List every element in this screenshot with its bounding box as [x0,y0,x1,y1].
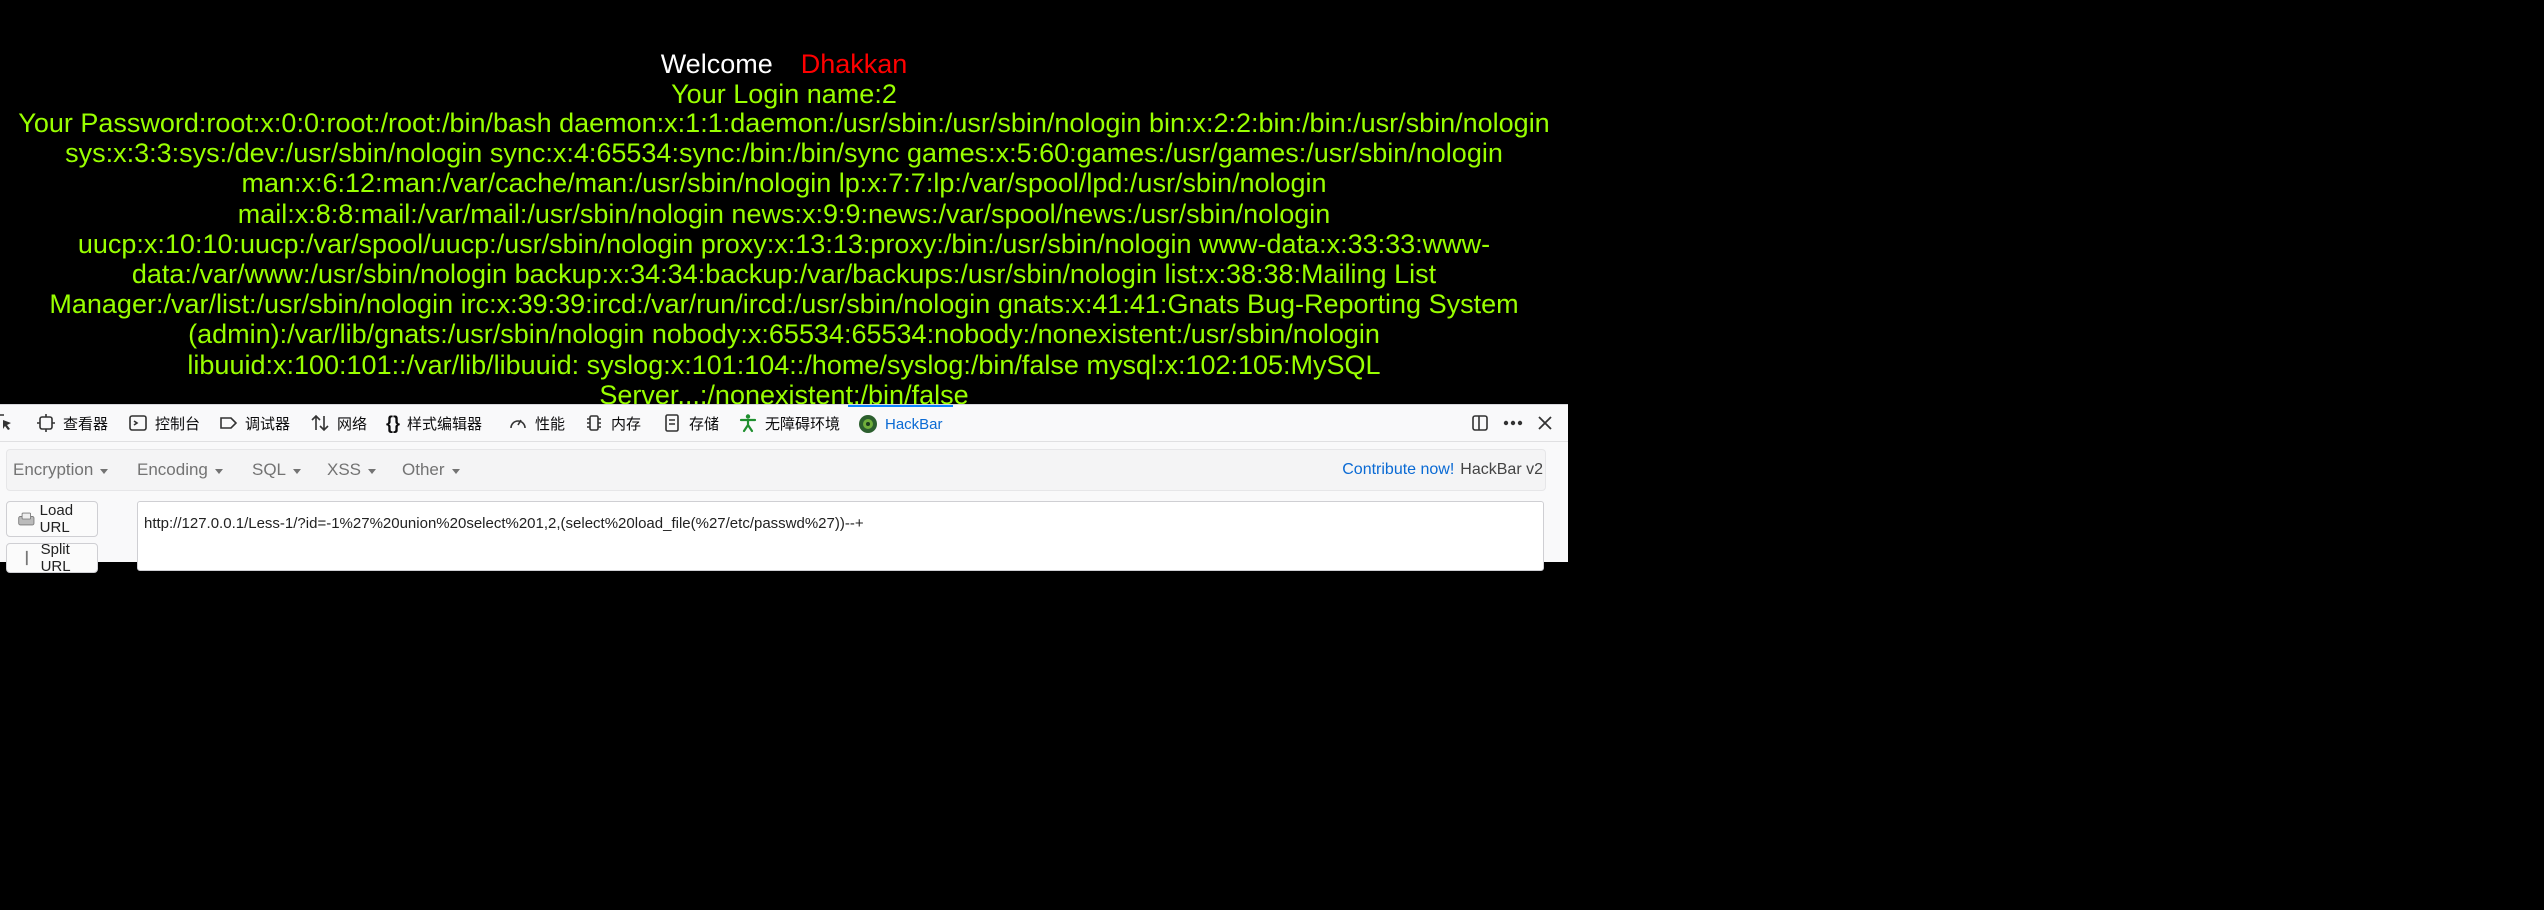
load-url-icon [18,512,35,526]
more-options-button[interactable] [1502,405,1524,441]
welcome-text: Welcome [660,49,773,79]
load-url-label: Load URL [39,502,74,536]
network-icon [311,414,329,432]
url-textarea[interactable]: http://127.0.0.1/Less-1/?id=-1%27%20unio… [137,501,1544,571]
tab-label: 样式编辑器 [407,415,483,433]
tab-label: 调试器 [245,415,291,433]
menu-label: Other [402,460,445,479]
close-devtools-button[interactable] [1536,405,1554,441]
split-url-label: Split URL [40,541,71,575]
menu-label: Encryption [13,460,94,479]
element-picker-icon [0,414,11,430]
element-picker-button[interactable] [0,405,23,441]
chevron-down-icon [368,468,377,474]
style-editor-icon: {} [386,412,401,433]
storage-icon [665,414,679,432]
tab-label: 网络 [337,415,368,433]
contribute-link[interactable]: Contribute now! [1342,461,1454,479]
devtools-tabbar: 查看器 控制台 调试器 网络 {} 样式编辑器 性能 内存 存储 无障碍环境 H… [0,405,1568,442]
tab-network[interactable]: 网络 [310,405,367,441]
console-icon [129,415,147,431]
menu-xss[interactable]: XSS [327,450,377,490]
tab-label: HackBar [885,415,943,433]
devtools-panel: 查看器 控制台 调试器 网络 {} 样式编辑器 性能 内存 存储 无障碍环境 H… [0,404,1568,575]
menu-sql[interactable]: SQL [252,450,302,490]
tab-label: 性能 [535,415,566,433]
welcome-line: Welcome Dhakkan [0,47,1568,81]
tab-label: 无障碍环境 [765,415,841,433]
inspector-icon [37,414,55,432]
memory-icon [587,415,601,431]
tab-console[interactable]: 控制台 [128,405,200,441]
tab-style-editor[interactable]: {} 样式编辑器 [386,405,482,441]
debugger-icon [220,417,238,429]
chevron-down-icon [451,468,460,474]
contribute-area: Contribute now! HackBar v2 [1342,450,1545,490]
split-url-icon [25,550,28,566]
chevron-down-icon [293,468,302,474]
menu-other[interactable]: Other [402,450,460,490]
chevron-down-icon [100,468,109,474]
dock-side-icon [1472,415,1488,431]
accessibility-icon [739,414,757,433]
dock-side-button[interactable] [1470,405,1490,441]
user-name: Dhakkan [800,49,908,79]
hackbar-icon [859,415,877,433]
split-url-button[interactable]: Split URL [6,541,98,575]
performance-icon [510,419,526,429]
menu-encoding[interactable]: Encoding [137,450,223,490]
more-options-icon [1503,420,1523,426]
tab-memory[interactable]: 内存 [584,405,641,441]
tab-label: 存储 [689,415,720,433]
hackbar-toolbar: Encryption Encoding SQL XSS Other Contri… [6,449,1546,491]
load-url-button[interactable]: Load URL [6,501,98,537]
tab-label: 控制台 [155,415,201,433]
tab-accessibility[interactable]: 无障碍环境 [738,405,840,441]
login-name-line: Your Login name:2 [671,79,897,109]
tab-storage[interactable]: 存储 [662,405,719,441]
tab-debugger[interactable]: 调试器 [218,405,290,441]
menu-label: XSS [327,460,362,479]
hackbar-version: HackBar v2 [1460,461,1543,478]
menu-label: SQL [252,460,287,479]
tab-performance[interactable]: 性能 [508,405,565,441]
close-icon [1538,416,1552,430]
chevron-down-icon [214,468,223,474]
tab-hackbar[interactable]: HackBar [848,405,953,441]
menu-encryption[interactable]: Encryption [13,450,109,490]
page-content: Welcome Dhakkan Your Login name:2 Your Pa… [0,0,1568,404]
password-output: Your Password:root:x:0:0:root:/root:/bin… [18,108,1550,404]
tab-label: 内存 [611,415,642,433]
tab-label: 查看器 [63,415,109,433]
menu-label: Encoding [137,460,208,479]
tab-inspector[interactable]: 查看器 [36,405,108,441]
